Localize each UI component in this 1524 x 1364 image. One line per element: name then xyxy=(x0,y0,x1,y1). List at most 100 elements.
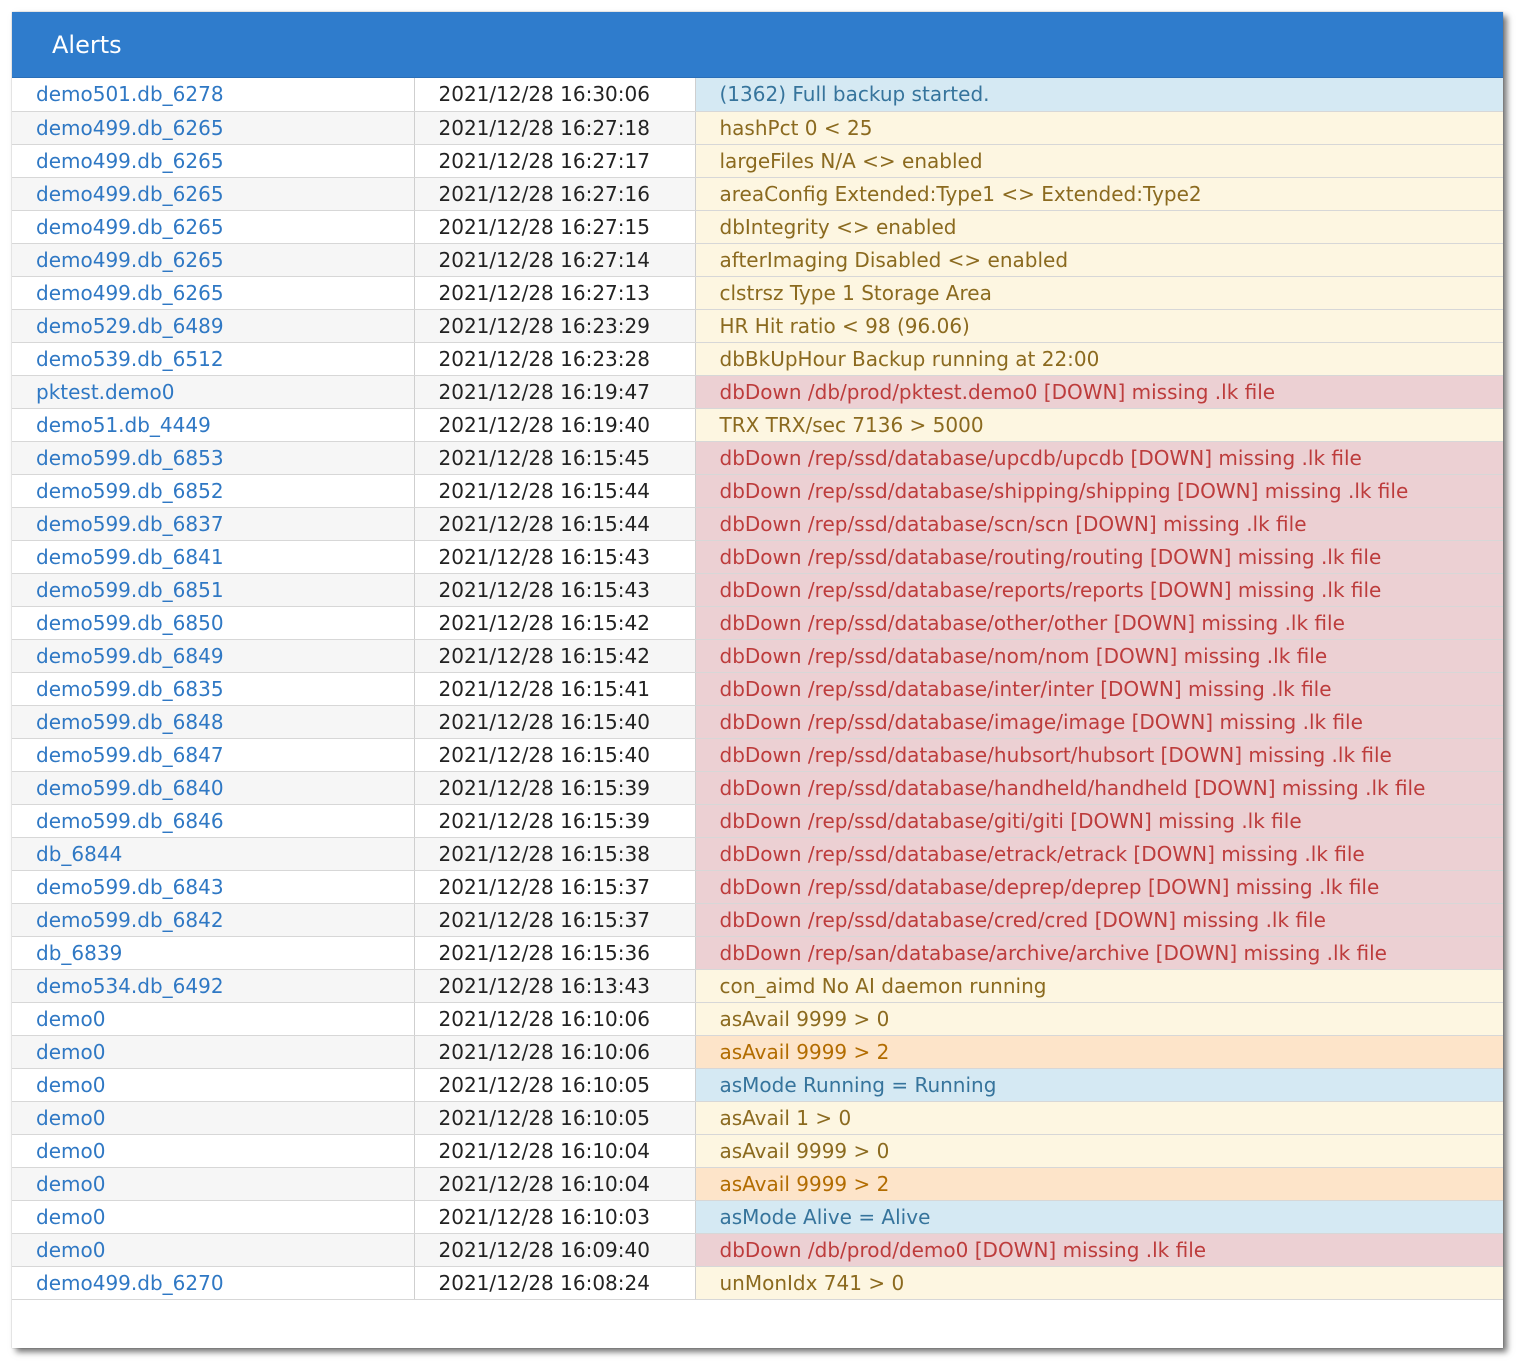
alert-row[interactable]: demo599.db_6835 2021/12/28 16:15:41 dbDown… xyxy=(12,672,1503,706)
database-link[interactable]: demo599.db_6852 xyxy=(12,474,415,508)
alert-timestamp: 2021/12/28 16:15:41 xyxy=(414,672,696,706)
database-link[interactable]: demo599.db_6851 xyxy=(12,573,415,607)
database-link[interactable]: demo599.db_6842 xyxy=(12,903,415,937)
alert-message: dbDown /rep/ssd/database/hubsort/hubsort… xyxy=(695,738,1503,772)
alert-message: asAvail 9999 > 2 xyxy=(695,1167,1503,1201)
alert-row[interactable]: demo499.db_6270 2021/12/28 16:08:24 unMonI… xyxy=(12,1266,1503,1300)
alert-row[interactable]: demo599.db_6841 2021/12/28 16:15:43 dbDown… xyxy=(12,540,1503,574)
alert-row[interactable]: demo539.db_6512 2021/12/28 16:23:28 dbBkUp… xyxy=(12,342,1503,376)
database-link[interactable]: demo0 xyxy=(12,1101,415,1135)
database-link[interactable]: demo0 xyxy=(12,1035,415,1069)
alert-row[interactable]: demo0 2021/12/28 16:10:04 asAvail 9999 > 0 xyxy=(12,1134,1503,1168)
database-link[interactable]: demo51.db_4449 xyxy=(12,408,415,442)
alert-row[interactable]: db_6844 2021/12/28 16:15:38 dbDown /rep/ss… xyxy=(12,837,1503,871)
database-link[interactable]: demo499.db_6265 xyxy=(12,177,415,211)
alert-row[interactable]: demo0 2021/12/28 16:10:06 asAvail 9999 > 0 xyxy=(12,1002,1503,1036)
alert-timestamp: 2021/12/28 16:27:18 xyxy=(414,111,696,145)
alert-row[interactable]: demo499.db_6265 2021/12/28 16:27:14 afterI… xyxy=(12,243,1503,277)
database-link[interactable]: demo599.db_6848 xyxy=(12,705,415,739)
database-link[interactable]: demo599.db_6850 xyxy=(12,606,415,640)
alert-timestamp: 2021/12/28 16:10:05 xyxy=(414,1101,696,1135)
database-link[interactable]: demo599.db_6835 xyxy=(12,672,415,706)
database-link[interactable]: demo499.db_6265 xyxy=(12,111,415,145)
alert-message: dbDown /rep/ssd/database/giti/giti [DOWN… xyxy=(695,804,1503,838)
database-link[interactable]: demo534.db_6492 xyxy=(12,969,415,1003)
database-link[interactable]: db_6839 xyxy=(12,936,415,970)
alert-row[interactable]: demo0 2021/12/28 16:10:06 asAvail 9999 > 2 xyxy=(12,1035,1503,1069)
database-link[interactable]: demo499.db_6270 xyxy=(12,1266,415,1300)
database-link[interactable]: demo0 xyxy=(12,1002,415,1036)
alert-timestamp: 2021/12/28 16:10:04 xyxy=(414,1167,696,1201)
alert-timestamp: 2021/12/28 16:15:43 xyxy=(414,573,696,607)
alert-row[interactable]: demo599.db_6837 2021/12/28 16:15:44 dbDown… xyxy=(12,507,1503,541)
database-link[interactable]: demo599.db_6853 xyxy=(12,441,415,475)
alert-row[interactable]: demo599.db_6847 2021/12/28 16:15:40 dbDown… xyxy=(12,738,1503,772)
database-link[interactable]: demo539.db_6512 xyxy=(12,342,415,376)
database-link[interactable]: demo499.db_6265 xyxy=(12,243,415,277)
alert-row[interactable]: demo499.db_6265 2021/12/28 16:27:16 areaCo… xyxy=(12,177,1503,211)
alert-timestamp: 2021/12/28 16:15:43 xyxy=(414,540,696,574)
alert-row[interactable]: demo599.db_6840 2021/12/28 16:15:39 dbDown… xyxy=(12,771,1503,805)
database-link[interactable]: demo0 xyxy=(12,1233,415,1267)
alert-row[interactable]: demo0 2021/12/28 16:10:05 asMode Running =… xyxy=(12,1068,1503,1102)
alert-message: dbDown /rep/san/database/archive/archive… xyxy=(695,936,1503,970)
alert-timestamp: 2021/12/28 16:27:15 xyxy=(414,210,696,244)
alert-message: asMode Running = Running xyxy=(695,1068,1503,1102)
alert-message: dbDown /rep/ssd/database/deprep/deprep [… xyxy=(695,870,1503,904)
database-link[interactable]: demo499.db_6265 xyxy=(12,276,415,310)
alert-row[interactable]: demo499.db_6265 2021/12/28 16:27:15 dbInte… xyxy=(12,210,1503,244)
alert-row[interactable]: demo599.db_6851 2021/12/28 16:15:43 dbDown… xyxy=(12,573,1503,607)
alert-timestamp: 2021/12/28 16:27:17 xyxy=(414,144,696,178)
alert-message: dbDown /rep/ssd/database/cred/cred [DOWN… xyxy=(695,903,1503,937)
alert-timestamp: 2021/12/28 16:13:43 xyxy=(414,969,696,1003)
alert-row[interactable]: demo499.db_6265 2021/12/28 16:27:17 largeF… xyxy=(12,144,1503,178)
alert-row[interactable]: demo0 2021/12/28 16:10:04 asAvail 9999 > 2 xyxy=(12,1167,1503,1201)
alert-timestamp: 2021/12/28 16:23:28 xyxy=(414,342,696,376)
database-link[interactable]: demo599.db_6843 xyxy=(12,870,415,904)
panel-title: Alerts xyxy=(12,12,1503,78)
database-link[interactable]: demo0 xyxy=(12,1167,415,1201)
alert-row[interactable]: demo599.db_6846 2021/12/28 16:15:39 dbDown… xyxy=(12,804,1503,838)
alert-message: unMonIdx 741 > 0 xyxy=(695,1266,1503,1300)
alert-timestamp: 2021/12/28 16:15:37 xyxy=(414,903,696,937)
alert-row[interactable]: demo0 2021/12/28 16:10:03 asMode Alive = A… xyxy=(12,1200,1503,1234)
database-link[interactable]: demo499.db_6265 xyxy=(12,210,415,244)
database-link[interactable]: demo599.db_6849 xyxy=(12,639,415,673)
database-link[interactable]: pktest.demo0 xyxy=(12,375,415,409)
alert-row[interactable]: demo599.db_6852 2021/12/28 16:15:44 dbDown… xyxy=(12,474,1503,508)
alert-row[interactable]: demo51.db_4449 2021/12/28 16:19:40 TRX TRX… xyxy=(12,408,1503,442)
database-link[interactable]: demo599.db_6846 xyxy=(12,804,415,838)
alert-message: con_aimd No AI daemon running xyxy=(695,969,1503,1003)
alert-row[interactable]: pktest.demo0 2021/12/28 16:19:47 dbDown /d… xyxy=(12,375,1503,409)
database-link[interactable]: demo0 xyxy=(12,1200,415,1234)
alert-row[interactable]: demo0 2021/12/28 16:09:40 dbDown /db/prod/… xyxy=(12,1233,1503,1267)
database-link[interactable]: demo599.db_6841 xyxy=(12,540,415,574)
alert-message: dbDown /db/prod/pktest.demo0 [DOWN] miss… xyxy=(695,375,1503,409)
alert-row[interactable]: demo599.db_6842 2021/12/28 16:15:37 dbDown… xyxy=(12,903,1503,937)
database-link[interactable]: demo529.db_6489 xyxy=(12,309,415,343)
database-link[interactable]: demo599.db_6840 xyxy=(12,771,415,805)
database-link[interactable]: db_6844 xyxy=(12,837,415,871)
database-link[interactable]: demo599.db_6837 xyxy=(12,507,415,541)
alert-row[interactable]: demo529.db_6489 2021/12/28 16:23:29 HR Hit… xyxy=(12,309,1503,343)
database-link[interactable]: demo599.db_6847 xyxy=(12,738,415,772)
alert-timestamp: 2021/12/28 16:15:45 xyxy=(414,441,696,475)
database-link[interactable]: demo0 xyxy=(12,1068,415,1102)
database-link[interactable]: demo499.db_6265 xyxy=(12,144,415,178)
database-link[interactable]: demo501.db_6278 xyxy=(12,78,415,112)
alert-row[interactable]: demo599.db_6843 2021/12/28 16:15:37 dbDown… xyxy=(12,870,1503,904)
alert-row[interactable]: db_6839 2021/12/28 16:15:36 dbDown /rep/sa… xyxy=(12,936,1503,970)
alert-row[interactable]: demo599.db_6850 2021/12/28 16:15:42 dbDown… xyxy=(12,606,1503,640)
alert-row[interactable]: demo499.db_6265 2021/12/28 16:27:18 hashPc… xyxy=(12,111,1503,145)
alert-timestamp: 2021/12/28 16:15:39 xyxy=(414,771,696,805)
alert-row[interactable]: demo534.db_6492 2021/12/28 16:13:43 con_ai… xyxy=(12,969,1503,1003)
alert-row[interactable]: demo0 2021/12/28 16:10:05 asAvail 1 > 0 xyxy=(12,1101,1503,1135)
alert-row[interactable]: demo501.db_6278 2021/12/28 16:30:06 (1362)… xyxy=(12,78,1503,112)
alert-message: dbDown /db/prod/demo0 [DOWN] missing .lk… xyxy=(695,1233,1503,1267)
database-link[interactable]: demo0 xyxy=(12,1134,415,1168)
alert-row[interactable]: demo599.db_6853 2021/12/28 16:15:45 dbDown… xyxy=(12,441,1503,475)
alert-message: asAvail 9999 > 2 xyxy=(695,1035,1503,1069)
alert-row[interactable]: demo599.db_6848 2021/12/28 16:15:40 dbDown… xyxy=(12,705,1503,739)
alert-row[interactable]: demo499.db_6265 2021/12/28 16:27:13 clstrs… xyxy=(12,276,1503,310)
alert-row[interactable]: demo599.db_6849 2021/12/28 16:15:42 dbDown… xyxy=(12,639,1503,673)
